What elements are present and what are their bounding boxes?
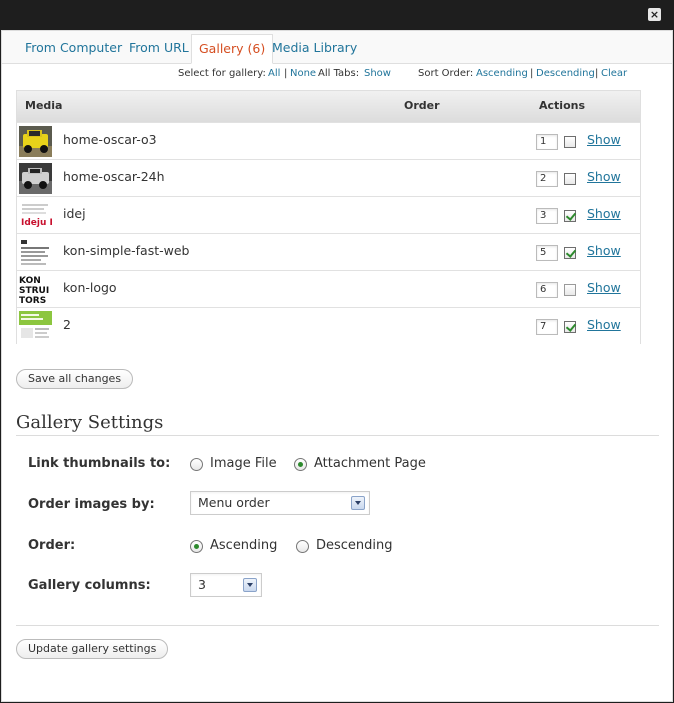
tab-gallery[interactable]: Gallery (6) xyxy=(191,34,274,64)
save-all-changes-button[interactable]: Save all changes xyxy=(16,369,134,389)
select-for-gallery-label: Select for gallery: xyxy=(178,68,266,79)
media-title: kon-simple-fast-web xyxy=(63,243,190,258)
separator: | xyxy=(595,68,599,79)
gallery-include-checkbox[interactable] xyxy=(564,173,576,185)
divider xyxy=(16,435,659,436)
thumbnail-text-page[interactable] xyxy=(19,237,52,268)
separator: | xyxy=(284,68,288,79)
gallery-filter-bar: Select for gallery: All | None All Tabs:… xyxy=(2,68,672,86)
thumbnail-grey-car[interactable] xyxy=(19,163,52,194)
thumbnail-text-line: KON xyxy=(19,276,41,286)
select-all-link[interactable]: All xyxy=(268,68,280,79)
radio-attachment-page[interactable] xyxy=(294,458,307,471)
column-media: Media xyxy=(25,99,63,112)
menu-order-input[interactable]: 3 xyxy=(536,208,558,224)
tab-from-url[interactable]: From URL xyxy=(122,34,196,64)
table-row: kon-simple-fast-web 5 Show xyxy=(17,233,640,270)
option-descending[interactable]: Descending xyxy=(316,538,393,553)
select-value: Menu order xyxy=(198,495,270,510)
gallery-include-checkbox[interactable] xyxy=(564,136,576,148)
divider xyxy=(16,625,659,626)
show-all-link[interactable]: Show xyxy=(364,68,391,79)
order-images-by-select[interactable]: Menu order xyxy=(190,491,370,515)
column-actions: Actions xyxy=(539,99,585,112)
tab-bar: From Computer From URL Gallery (6) Media… xyxy=(2,31,672,64)
menu-order-input[interactable]: 7 xyxy=(536,319,558,335)
order-label: Order: xyxy=(28,538,76,553)
menu-order-input[interactable]: 5 xyxy=(536,245,558,261)
option-ascending[interactable]: Ascending xyxy=(210,538,277,553)
sort-clear-link[interactable]: Clear xyxy=(601,68,627,79)
thumbnail-yellow-car[interactable] xyxy=(19,126,52,157)
chevron-down-icon[interactable] xyxy=(243,578,257,592)
select-none-link[interactable]: None xyxy=(290,68,316,79)
radio-descending[interactable] xyxy=(296,540,309,553)
sort-ascending-link[interactable]: Ascending xyxy=(476,68,528,79)
all-tabs-label: All Tabs: xyxy=(318,68,360,79)
sort-order-label: Sort Order: xyxy=(418,68,474,79)
gallery-include-checkbox[interactable] xyxy=(564,284,576,296)
table-header: Media Order Actions xyxy=(17,91,640,122)
chevron-down-icon[interactable] xyxy=(351,496,365,510)
gallery-columns-label: Gallery columns: xyxy=(28,578,151,593)
table-row: KON STRUI TORS kon-logo 6 Show xyxy=(17,270,640,307)
show-link[interactable]: Show xyxy=(587,243,621,258)
media-title: home-oscar-24h xyxy=(63,169,165,184)
table-row: home-oscar-o3 1 Show xyxy=(17,122,640,159)
sort-descending-link[interactable]: Descending xyxy=(536,68,595,79)
gallery-settings-title: Gallery Settings xyxy=(16,412,164,433)
table-row: Ideju I idej 3 Show xyxy=(17,196,640,233)
show-link[interactable]: Show xyxy=(587,280,621,295)
menu-order-input[interactable]: 2 xyxy=(536,171,558,187)
gallery-include-checkbox[interactable] xyxy=(564,210,576,222)
column-order: Order xyxy=(404,99,440,112)
media-upload-frame: From Computer From URL Gallery (6) Media… xyxy=(1,30,673,702)
show-link[interactable]: Show xyxy=(587,169,621,184)
thumbnail-ideju[interactable]: Ideju I xyxy=(19,200,52,231)
media-title: home-oscar-o3 xyxy=(63,132,157,147)
tab-media-library[interactable]: Media Library xyxy=(265,34,364,64)
select-value: 3 xyxy=(198,577,206,592)
thumbnail-text: Ideju I xyxy=(21,218,52,228)
option-image-file[interactable]: Image File xyxy=(210,456,277,471)
media-title: kon-logo xyxy=(63,280,117,295)
link-thumbnails-label: Link thumbnails to: xyxy=(28,456,171,471)
gallery-columns-select[interactable]: 3 xyxy=(190,573,262,597)
option-attachment-page[interactable]: Attachment Page xyxy=(314,456,426,471)
separator: | xyxy=(530,68,534,79)
show-link[interactable]: Show xyxy=(587,132,621,147)
gallery-include-checkbox[interactable] xyxy=(564,321,576,333)
close-icon[interactable]: × xyxy=(648,8,661,21)
menu-order-input[interactable]: 1 xyxy=(536,134,558,150)
menu-order-input[interactable]: 6 xyxy=(536,282,558,298)
table-row: home-oscar-24h 2 Show xyxy=(17,159,640,196)
thumbnail-text-line: TORS xyxy=(19,296,46,305)
modal-titlebar: × xyxy=(0,0,674,30)
gallery-include-checkbox[interactable] xyxy=(564,247,576,259)
show-link[interactable]: Show xyxy=(587,206,621,221)
thumbnail-green-page[interactable] xyxy=(19,311,52,342)
table-row: 2 7 Show xyxy=(17,307,640,344)
thumbnail-text-line: STRUI xyxy=(19,286,49,296)
media-items-table: Media Order Actions home-oscar-o3 1 Show… xyxy=(16,90,641,344)
order-images-by-label: Order images by: xyxy=(28,497,155,512)
media-title: idej xyxy=(63,206,86,221)
update-gallery-settings-button[interactable]: Update gallery settings xyxy=(16,639,169,659)
tab-from-computer[interactable]: From Computer xyxy=(18,34,129,64)
media-title: 2 xyxy=(63,317,71,332)
show-link[interactable]: Show xyxy=(587,317,621,332)
radio-ascending[interactable] xyxy=(190,540,203,553)
radio-image-file[interactable] xyxy=(190,458,203,471)
thumbnail-kon-logo[interactable]: KON STRUI TORS xyxy=(19,274,52,305)
